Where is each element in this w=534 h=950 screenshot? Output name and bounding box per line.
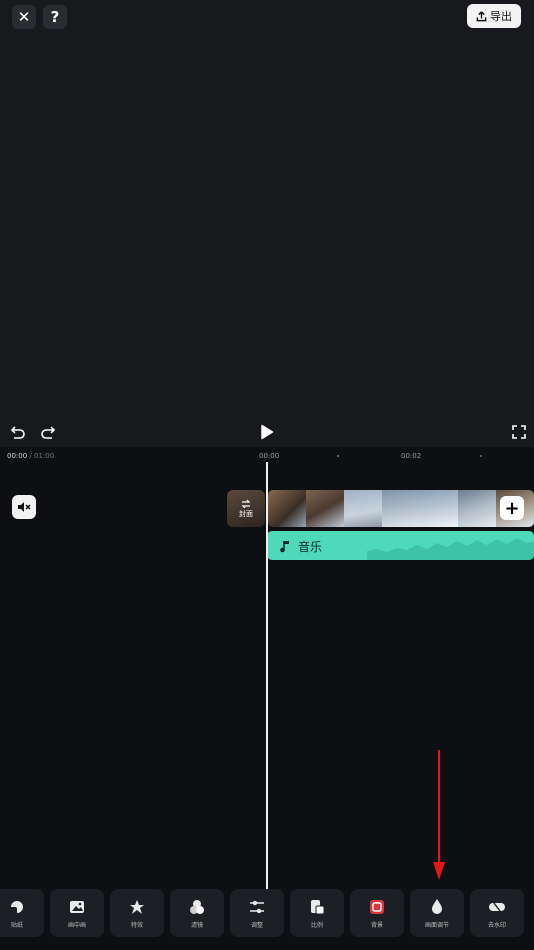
- close-icon: ✕: [17, 8, 31, 26]
- clip-thumbnail: [268, 490, 306, 527]
- add-clip-button[interactable]: +: [500, 496, 524, 520]
- sticker-icon: [8, 898, 26, 916]
- tool-ratio[interactable]: 比例: [290, 889, 344, 937]
- undo-icon: [10, 426, 25, 439]
- tool-background[interactable]: 背景: [350, 889, 404, 937]
- undo-button[interactable]: [8, 422, 28, 442]
- current-time: 00:00: [7, 452, 28, 460]
- background-icon: [368, 898, 386, 916]
- playhead[interactable]: [266, 462, 268, 889]
- tool-label: 滤镜: [190, 921, 203, 929]
- tool-adjust[interactable]: 调整: [230, 889, 284, 937]
- play-icon: [261, 424, 274, 440]
- clip-thumbnail: [306, 490, 344, 527]
- tool-label: 去水印: [487, 921, 506, 929]
- time-readout: 00:00 / 01:00: [7, 452, 54, 460]
- clip-thumbnail: [458, 490, 496, 527]
- tool-label: 特效: [130, 921, 143, 929]
- time-tick: 00:02: [401, 452, 422, 460]
- tool-label: 画面调节: [424, 921, 449, 929]
- tool-label: 调整: [250, 921, 263, 929]
- time-dot: [480, 455, 482, 457]
- tool-effects[interactable]: 特效: [110, 889, 164, 937]
- fullscreen-button[interactable]: [509, 422, 529, 442]
- export-label: 导出: [490, 10, 512, 23]
- help-button[interactable]: ?: [43, 5, 67, 29]
- speaker-mute-icon: [18, 502, 31, 512]
- play-button[interactable]: [257, 422, 277, 442]
- redo-icon: [41, 426, 56, 439]
- annotation-arrow: [433, 750, 445, 880]
- music-note-icon: [280, 541, 289, 553]
- total-time: / 01:00: [27, 452, 55, 460]
- adjust-icon: [248, 898, 266, 916]
- video-clip-strip[interactable]: [268, 490, 534, 527]
- export-button[interactable]: 导出: [467, 4, 521, 28]
- watermark-icon: [488, 898, 506, 916]
- fullscreen-icon: [512, 425, 526, 439]
- ratio-icon: [308, 898, 326, 916]
- swap-icon: [241, 499, 251, 508]
- mute-button[interactable]: [12, 495, 36, 519]
- redo-button[interactable]: [38, 422, 58, 442]
- tool-picture-in-picture[interactable]: 画中画: [50, 889, 104, 937]
- tool-filter[interactable]: 滤镜: [170, 889, 224, 937]
- tool-remove-watermark[interactable]: 去水印: [470, 889, 524, 937]
- audio-track-label: 音乐: [280, 538, 322, 555]
- time-dot: [337, 455, 339, 457]
- clip-thumbnail: [344, 490, 382, 527]
- tool-label: 背景: [370, 921, 383, 929]
- time-tick: 00:00: [259, 452, 280, 460]
- plus-icon: +: [504, 497, 520, 519]
- video-preview: [0, 0, 534, 415]
- audio-label: 音乐: [298, 540, 323, 554]
- cover-label: 封面: [239, 509, 253, 518]
- effects-icon: [128, 898, 146, 916]
- clip-thumbnail: [420, 490, 458, 527]
- clip-thumbnail: [382, 490, 420, 527]
- tool-color-adjust[interactable]: 画面调节: [410, 889, 464, 937]
- cover-button[interactable]: 封面: [227, 490, 265, 527]
- close-button[interactable]: ✕: [12, 5, 36, 29]
- tool-label: 贴纸: [10, 921, 23, 929]
- filter-icon: [188, 898, 206, 916]
- color-drop-icon: [428, 898, 446, 916]
- picture-in-picture-icon: [68, 898, 86, 916]
- tool-label: 比例: [310, 921, 323, 929]
- tool-label: 画中画: [67, 921, 86, 929]
- upload-icon: [476, 10, 487, 21]
- help-icon: ?: [50, 8, 60, 26]
- tool-sticker[interactable]: 贴纸: [0, 889, 44, 937]
